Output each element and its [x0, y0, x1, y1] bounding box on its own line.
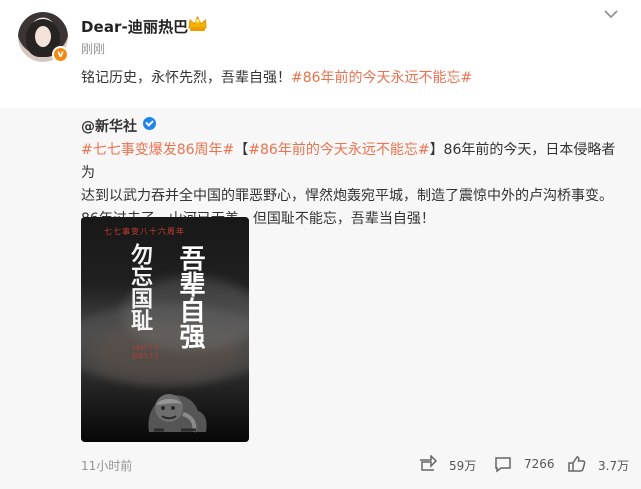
post-timestamp[interactable]: 刚刚	[81, 40, 105, 57]
verified-badge-icon: v	[52, 46, 69, 63]
post-text-main: 铭记历史，永怀先烈，吾辈自强！	[81, 70, 291, 86]
blue-verified-icon	[143, 117, 156, 130]
thumbs-up-icon	[568, 456, 586, 472]
repost-count: 59万	[449, 459, 477, 473]
repost-author[interactable]: @新华社	[81, 116, 137, 136]
repost-box: @新华社 #七七事变爆发86周年#【#86年前的今天永远不能忘#】86年前的今天…	[0, 108, 641, 489]
avatar-face	[35, 26, 51, 47]
poster-headline: 七七事变八十六周年	[104, 227, 185, 236]
repost-topic-2[interactable]: #86年前的今天永远不能忘#	[248, 142, 429, 158]
comment-icon	[495, 457, 511, 473]
repost-bracket-open: 【	[234, 142, 249, 158]
like-count: 3.7万	[598, 459, 630, 473]
poster-calligraphy-left: 勿忘国耻	[127, 243, 153, 331]
username[interactable]: Dear-迪丽热巴	[81, 16, 188, 37]
repost-text-line-2: 达到以武力吞并全中国的罪恶野心，悍然炮轰宛平城，制造了震惊中外的卢沟桥事变。	[81, 188, 613, 204]
poster-image[interactable]: 七七事变八十六周年 勿忘国耻 吾辈自强 1937.7.7 2023.7.7	[81, 217, 249, 442]
post-text: 铭记历史，永怀先烈，吾辈自强！#86年前的今天永远不能忘#	[81, 67, 472, 87]
poster-dates: 1937.7.7 2023.7.7	[132, 345, 159, 360]
comment-count: 7266	[524, 457, 555, 471]
repost-text-line-1: #七七事变爆发86周年#【#86年前的今天永远不能忘#】86年前的今天，日本侵略…	[81, 139, 621, 185]
repost-topic-1[interactable]: #七七事变爆发86周年#	[81, 142, 234, 158]
post-header: v Dear-迪丽热巴 刚刚 铭记历史，永怀先烈，吾辈自强！#86年前的今天永远…	[0, 0, 641, 108]
topic-link[interactable]: #86年前的今天永远不能忘#	[291, 70, 472, 86]
repost-time[interactable]: 11小时前	[81, 457, 132, 474]
poster-calligraphy-right: 吾辈自强	[175, 245, 205, 349]
stone-lion-icon	[148, 394, 207, 433]
crown-icon	[188, 15, 207, 31]
repost-icon	[420, 455, 438, 471]
chevron-down-icon[interactable]	[604, 9, 618, 19]
